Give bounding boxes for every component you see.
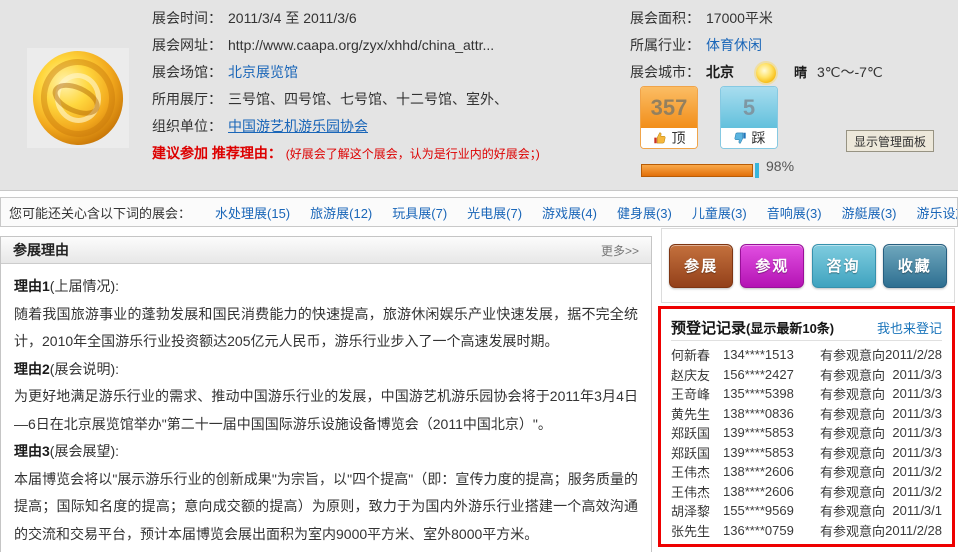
vote-progress-bar bbox=[641, 164, 753, 177]
related-tag-audio[interactable]: 音响展(3) bbox=[767, 203, 822, 222]
related-tag-water[interactable]: 水处理展(15) bbox=[215, 203, 290, 222]
field-label: 展会场馆： bbox=[152, 64, 222, 80]
registration-row: 王竒峰135****5398有参观意向2011/3/3 bbox=[671, 384, 942, 404]
related-tag-children[interactable]: 儿童展(3) bbox=[692, 203, 747, 222]
field-label: 展会面积： bbox=[630, 10, 700, 26]
area-value: 17000平米 bbox=[706, 10, 773, 26]
reason-heading: 理由1(上届情况): bbox=[14, 273, 638, 301]
exhibition-halls-row: 所用展厅： 三号馆、四号馆、七号馆、十二号馆、室外、 bbox=[152, 86, 540, 113]
exhibition-detail-page: 展会时间： 2011/3/4 至 2011/3/6 展会网址： http://www… bbox=[0, 0, 958, 552]
reasons-panel-header: 参展理由 更多>> bbox=[1, 237, 651, 264]
registration-row: 黄先生138****0836有参观意向2011/3/3 bbox=[671, 404, 942, 424]
related-tag-amusement[interactable]: 游乐设施展(1) bbox=[917, 203, 958, 222]
action-buttons-box: 参展 参观 咨询 收藏 bbox=[661, 228, 955, 303]
preregistration-subtitle: (显示最新10条) bbox=[746, 318, 834, 337]
registration-row: 赵庆友156****2427有参观意向2011/3/3 bbox=[671, 365, 942, 385]
thumb-up-icon bbox=[653, 131, 667, 145]
admin-panel-button[interactable]: 显示管理面板 bbox=[846, 130, 934, 152]
join-exhibit-button[interactable]: 参展 bbox=[669, 244, 733, 288]
field-label: 所用展厅： bbox=[152, 91, 222, 107]
preregistration-header: 预登记记录 (显示最新10条) 我也来登记 bbox=[671, 314, 942, 341]
temperature-text: 3℃～-7℃ bbox=[817, 59, 883, 86]
related-tag-fitness[interactable]: 健身展(3) bbox=[617, 203, 672, 222]
recommendation-row: 建议参加 推荐理由： (好展会了解这个展会，认为是行业内的好展会；) bbox=[152, 140, 540, 167]
city-value: 北京 bbox=[706, 59, 734, 86]
related-label: 您可能还关心含以下词的展会： bbox=[9, 203, 191, 222]
gold-medal-icon bbox=[27, 45, 129, 151]
exhibition-url-row: 展会网址： http://www.caapa.org/zyx/xhhd/china… bbox=[152, 32, 540, 59]
exhibition-info-right: 展会面积： 17000平米 所属行业： 体育休闲 展会城市：北京 晴 3℃～-7℃ bbox=[630, 5, 883, 86]
visit-button[interactable]: 参观 bbox=[740, 244, 804, 288]
vote-up-button[interactable]: 357 顶 bbox=[640, 86, 698, 149]
registration-row: 胡泽黎155****9569有参观意向2011/3/1 bbox=[671, 501, 942, 521]
field-label: 组织单位： bbox=[152, 118, 222, 134]
vote-progress-down-segment bbox=[755, 163, 759, 178]
related-tag-toys[interactable]: 玩具展(7) bbox=[392, 203, 447, 222]
related-tag-tourism[interactable]: 旅游展(12) bbox=[310, 203, 372, 222]
halls-value: 三号馆、四号馆、七号馆、十二号馆、室外、 bbox=[228, 91, 508, 107]
panel-title: 参展理由 bbox=[13, 240, 69, 260]
industry-row: 所属行业： 体育休闲 bbox=[630, 32, 883, 59]
field-label: 展会网址： bbox=[152, 37, 222, 53]
registration-row: 何新春134****1513有参观意向2011/2/28 bbox=[671, 345, 942, 365]
exhibition-url: http://www.caapa.org/zyx/xhhd/china_attr… bbox=[228, 37, 494, 53]
register-link[interactable]: 我也来登记 bbox=[877, 318, 942, 337]
exhibition-venue-row: 展会场馆： 北京展览馆 bbox=[152, 59, 540, 86]
related-tag-yacht[interactable]: 游艇展(3) bbox=[842, 203, 897, 222]
registration-row: 郑跃国139****5853有参观意向2011/3/3 bbox=[671, 423, 942, 443]
recommendation-label: 建议参加 推荐理由： bbox=[152, 145, 282, 161]
reason-heading: 理由4(上届情况): bbox=[14, 548, 638, 552]
reasons-content: 理由1(上届情况): 随着我国旅游事业的蓬勃发展和国民消费能力的快速提高，旅游休… bbox=[1, 264, 651, 552]
sun-weather-icon bbox=[756, 63, 776, 83]
field-label: 展会时间： bbox=[152, 10, 222, 26]
exhibition-area-row: 展会面积： 17000平米 bbox=[630, 5, 883, 32]
field-label: 所属行业： bbox=[630, 37, 700, 53]
vote-down-button[interactable]: 5 踩 bbox=[720, 86, 778, 149]
vote-down-label: 踩 bbox=[752, 128, 766, 148]
registration-row: 郑跃国139****5853有参观意向2011/3/3 bbox=[671, 443, 942, 463]
exhibition-info-left: 展会时间： 2011/3/4 至 2011/3/6 展会网址： http://www… bbox=[152, 5, 540, 167]
preregistration-title: 预登记记录 bbox=[671, 317, 746, 338]
registration-row: 王伟杰138****2606有参观意向2011/3/2 bbox=[671, 482, 942, 502]
field-label: 展会城市： bbox=[630, 59, 700, 86]
recommendation-note: (好展会了解这个展会，认为是行业内的好展会；) bbox=[286, 147, 540, 161]
vote-up-label: 顶 bbox=[672, 128, 686, 148]
favorite-button[interactable]: 收藏 bbox=[883, 244, 947, 288]
registration-row: 张先生136****0759有参观意向2011/2/28 bbox=[671, 521, 942, 541]
industry-link[interactable]: 体育休闲 bbox=[706, 37, 762, 53]
related-exhibitions-bar: 您可能还关心含以下词的展会： 水处理展(15) 旅游展(12) 玩具展(7) 光… bbox=[0, 197, 958, 227]
venue-link[interactable]: 北京展览馆 bbox=[228, 64, 298, 80]
organizer-link[interactable]: 中国游艺机游乐园协会 bbox=[228, 118, 368, 134]
vote-up-count: 357 bbox=[641, 87, 697, 128]
exhibition-time-row: 展会时间： 2011/3/4 至 2011/3/6 bbox=[152, 5, 540, 32]
registration-row: 王伟杰138****2606有参观意向2011/3/2 bbox=[671, 462, 942, 482]
exhibition-logo bbox=[27, 48, 129, 148]
reason-heading: 理由2(展会说明): bbox=[14, 356, 638, 384]
exhibition-summary-section: 展会时间： 2011/3/4 至 2011/3/6 展会网址： http://www… bbox=[0, 0, 958, 191]
vote-percent: 98% bbox=[766, 158, 794, 174]
consult-button[interactable]: 咨询 bbox=[812, 244, 876, 288]
more-link[interactable]: 更多>> bbox=[601, 242, 639, 259]
reason-heading: 理由3(展会展望): bbox=[14, 438, 638, 466]
reason-body: 为更好地满足游乐行业的需求、推动中国游乐行业的发展，中国游艺机游乐园协会将于20… bbox=[14, 383, 638, 438]
thumb-down-icon bbox=[733, 131, 747, 145]
reason-body: 随着我国旅游事业的蓬勃发展和国民消费能力的快速提高，旅游休闲娱乐产业快速发展，据… bbox=[14, 301, 638, 356]
organizer-row: 组织单位： 中国游艺机游乐园协会 bbox=[152, 113, 540, 140]
related-tag-games[interactable]: 游戏展(4) bbox=[542, 203, 597, 222]
reasons-panel: 参展理由 更多>> 理由1(上届情况): 随着我国旅游事业的蓬勃发展和国民消费能… bbox=[0, 236, 652, 552]
exhibition-dates: 2011/3/4 至 2011/3/6 bbox=[228, 10, 357, 26]
registration-list: 何新春134****1513有参观意向2011/2/28 赵庆友156****2… bbox=[671, 345, 942, 540]
reason-body: 本届博览会将以"展示游乐行业的创新成果"为宗旨，以"四个提高"（即：宣传力度的提… bbox=[14, 466, 638, 549]
vote-down-count: 5 bbox=[721, 87, 777, 128]
preregistration-panel: 预登记记录 (显示最新10条) 我也来登记 何新春134****1513有参观意… bbox=[658, 306, 955, 547]
related-tag-optoelectronics[interactable]: 光电展(7) bbox=[467, 203, 522, 222]
exhibition-city-row: 展会城市：北京 晴 3℃～-7℃ bbox=[630, 59, 883, 86]
weather-text: 晴 bbox=[794, 59, 807, 86]
